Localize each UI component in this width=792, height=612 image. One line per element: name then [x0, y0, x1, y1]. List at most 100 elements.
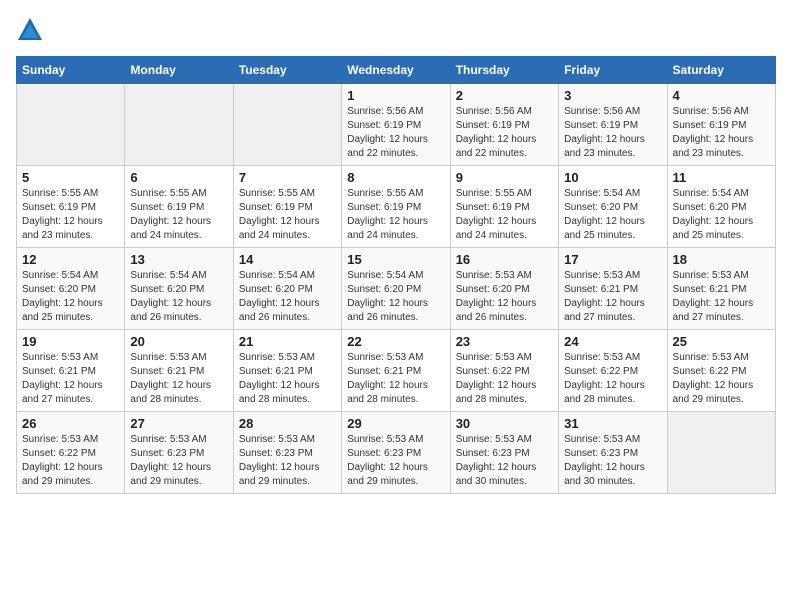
day-info: Sunrise: 5:53 AM Sunset: 6:21 PM Dayligh…	[130, 351, 227, 407]
day-number: 30	[456, 416, 553, 431]
calendar-cell: 29 Sunrise: 5:53 AM Sunset: 6:23 PM Dayli…	[342, 412, 450, 494]
day-number: 1	[347, 88, 444, 103]
calendar-cell: 1Sunrise: 5:56 AM Sunset: 6:19 PM Daylig…	[342, 84, 450, 166]
calendar-cell	[233, 84, 341, 166]
day-info: Sunrise: 5:53 AM Sunset: 6:23 PM Dayligh…	[456, 433, 553, 489]
weekday-header-saturday: Saturday	[667, 57, 775, 84]
day-number: 25	[673, 334, 770, 349]
day-info: Sunrise: 5:54 AM Sunset: 6:20 PM Dayligh…	[22, 269, 119, 325]
calendar-cell: 18 Sunrise: 5:53 AM Sunset: 6:21 PM Dayli…	[667, 248, 775, 330]
calendar-cell: 21 Sunrise: 5:53 AM Sunset: 6:21 PM Dayli…	[233, 330, 341, 412]
day-number: 26	[22, 416, 119, 431]
day-number: 22	[347, 334, 444, 349]
calendar-week-row: 26 Sunrise: 5:53 AM Sunset: 6:22 PM Dayli…	[17, 412, 776, 494]
day-info: Sunrise: 5:53 AM Sunset: 6:21 PM Dayligh…	[347, 351, 444, 407]
day-number: 23	[456, 334, 553, 349]
day-number: 6	[130, 170, 227, 185]
day-number: 7	[239, 170, 336, 185]
day-info: Sunrise: 5:55 AM Sunset: 6:19 PM Dayligh…	[22, 187, 119, 243]
calendar-cell: 31Sunrise: 5:53 AM Sunset: 6:23 PM Dayli…	[559, 412, 667, 494]
day-number: 16	[456, 252, 553, 267]
day-info: Sunrise: 5:54 AM Sunset: 6:20 PM Dayligh…	[673, 187, 770, 243]
calendar-week-row: 12Sunrise: 5:54 AM Sunset: 6:20 PM Dayli…	[17, 248, 776, 330]
page-header	[16, 16, 776, 44]
day-info: Sunrise: 5:53 AM Sunset: 6:21 PM Dayligh…	[22, 351, 119, 407]
day-number: 9	[456, 170, 553, 185]
day-info: Sunrise: 5:53 AM Sunset: 6:23 PM Dayligh…	[564, 433, 661, 489]
day-number: 21	[239, 334, 336, 349]
day-info: Sunrise: 5:53 AM Sunset: 6:21 PM Dayligh…	[564, 269, 661, 325]
day-info: Sunrise: 5:55 AM Sunset: 6:19 PM Dayligh…	[239, 187, 336, 243]
day-number: 17	[564, 252, 661, 267]
day-number: 18	[673, 252, 770, 267]
calendar-cell: 15 Sunrise: 5:54 AM Sunset: 6:20 PM Dayli…	[342, 248, 450, 330]
day-number: 14	[239, 252, 336, 267]
weekday-header-friday: Friday	[559, 57, 667, 84]
calendar-header-row: SundayMondayTuesdayWednesdayThursdayFrid…	[17, 57, 776, 84]
calendar-cell: 10 Sunrise: 5:54 AM Sunset: 6:20 PM Dayli…	[559, 166, 667, 248]
day-info: Sunrise: 5:55 AM Sunset: 6:19 PM Dayligh…	[456, 187, 553, 243]
day-info: Sunrise: 5:55 AM Sunset: 6:19 PM Dayligh…	[130, 187, 227, 243]
calendar-cell: 24Sunrise: 5:53 AM Sunset: 6:22 PM Dayli…	[559, 330, 667, 412]
calendar-cell: 5 Sunrise: 5:55 AM Sunset: 6:19 PM Daylig…	[17, 166, 125, 248]
calendar-cell: 2Sunrise: 5:56 AM Sunset: 6:19 PM Daylig…	[450, 84, 558, 166]
calendar-cell: 20 Sunrise: 5:53 AM Sunset: 6:21 PM Dayli…	[125, 330, 233, 412]
calendar-cell: 8 Sunrise: 5:55 AM Sunset: 6:19 PM Daylig…	[342, 166, 450, 248]
calendar-cell: 19 Sunrise: 5:53 AM Sunset: 6:21 PM Dayli…	[17, 330, 125, 412]
day-info: Sunrise: 5:55 AM Sunset: 6:19 PM Dayligh…	[347, 187, 444, 243]
day-info: Sunrise: 5:54 AM Sunset: 6:20 PM Dayligh…	[239, 269, 336, 325]
calendar-cell: 6 Sunrise: 5:55 AM Sunset: 6:19 PM Daylig…	[125, 166, 233, 248]
weekday-header-sunday: Sunday	[17, 57, 125, 84]
day-number: 13	[130, 252, 227, 267]
day-info: Sunrise: 5:53 AM Sunset: 6:22 PM Dayligh…	[564, 351, 661, 407]
day-number: 20	[130, 334, 227, 349]
calendar-cell: 28Sunrise: 5:53 AM Sunset: 6:23 PM Dayli…	[233, 412, 341, 494]
calendar-cell: 17 Sunrise: 5:53 AM Sunset: 6:21 PM Dayli…	[559, 248, 667, 330]
calendar-table: SundayMondayTuesdayWednesdayThursdayFrid…	[16, 56, 776, 494]
calendar-cell	[125, 84, 233, 166]
day-info: Sunrise: 5:54 AM Sunset: 6:20 PM Dayligh…	[564, 187, 661, 243]
calendar-cell: 22 Sunrise: 5:53 AM Sunset: 6:21 PM Dayli…	[342, 330, 450, 412]
calendar-cell: 4 Sunrise: 5:56 AM Sunset: 6:19 PM Daylig…	[667, 84, 775, 166]
calendar-cell: 9 Sunrise: 5:55 AM Sunset: 6:19 PM Daylig…	[450, 166, 558, 248]
calendar-cell: 7 Sunrise: 5:55 AM Sunset: 6:19 PM Daylig…	[233, 166, 341, 248]
calendar-cell	[667, 412, 775, 494]
day-info: Sunrise: 5:56 AM Sunset: 6:19 PM Dayligh…	[564, 105, 661, 161]
calendar-cell: 13Sunrise: 5:54 AM Sunset: 6:20 PM Dayli…	[125, 248, 233, 330]
calendar-cell: 27Sunrise: 5:53 AM Sunset: 6:23 PM Dayli…	[125, 412, 233, 494]
day-info: Sunrise: 5:54 AM Sunset: 6:20 PM Dayligh…	[347, 269, 444, 325]
weekday-header-thursday: Thursday	[450, 57, 558, 84]
calendar-cell: 11 Sunrise: 5:54 AM Sunset: 6:20 PM Dayli…	[667, 166, 775, 248]
day-info: Sunrise: 5:53 AM Sunset: 6:23 PM Dayligh…	[239, 433, 336, 489]
day-number: 5	[22, 170, 119, 185]
day-number: 29	[347, 416, 444, 431]
day-info: Sunrise: 5:53 AM Sunset: 6:20 PM Dayligh…	[456, 269, 553, 325]
day-number: 19	[22, 334, 119, 349]
day-number: 8	[347, 170, 444, 185]
day-number: 2	[456, 88, 553, 103]
calendar-cell: 30 Sunrise: 5:53 AM Sunset: 6:23 PM Dayli…	[450, 412, 558, 494]
day-info: Sunrise: 5:53 AM Sunset: 6:21 PM Dayligh…	[673, 269, 770, 325]
day-info: Sunrise: 5:56 AM Sunset: 6:19 PM Dayligh…	[673, 105, 770, 161]
day-number: 4	[673, 88, 770, 103]
day-info: Sunrise: 5:53 AM Sunset: 6:22 PM Dayligh…	[673, 351, 770, 407]
logo	[16, 16, 46, 44]
calendar-cell	[17, 84, 125, 166]
day-info: Sunrise: 5:53 AM Sunset: 6:21 PM Dayligh…	[239, 351, 336, 407]
calendar-week-row: 19 Sunrise: 5:53 AM Sunset: 6:21 PM Dayli…	[17, 330, 776, 412]
calendar-cell: 12Sunrise: 5:54 AM Sunset: 6:20 PM Dayli…	[17, 248, 125, 330]
weekday-header-wednesday: Wednesday	[342, 57, 450, 84]
day-number: 27	[130, 416, 227, 431]
day-number: 11	[673, 170, 770, 185]
calendar-week-row: 1 Sunrise: 5:56 AM Sunset: 6:19 PM Daylig…	[17, 84, 776, 166]
day-number: 10	[564, 170, 661, 185]
calendar-cell: 23 Sunrise: 5:53 AM Sunset: 6:22 PM Dayli…	[450, 330, 558, 412]
day-info: Sunrise: 5:53 AM Sunset: 6:22 PM Dayligh…	[22, 433, 119, 489]
calendar-week-row: 5 Sunrise: 5:55 AM Sunset: 6:19 PM Daylig…	[17, 166, 776, 248]
day-info: Sunrise: 5:53 AM Sunset: 6:22 PM Dayligh…	[456, 351, 553, 407]
calendar-cell: 14 Sunrise: 5:54 AM Sunset: 6:20 PM Dayli…	[233, 248, 341, 330]
day-info: Sunrise: 5:53 AM Sunset: 6:23 PM Dayligh…	[347, 433, 444, 489]
calendar-cell: 3Sunrise: 5:56 AM Sunset: 6:19 PM Daylig…	[559, 84, 667, 166]
calendar-cell: 16 Sunrise: 5:53 AM Sunset: 6:20 PM Dayli…	[450, 248, 558, 330]
day-number: 15	[347, 252, 444, 267]
